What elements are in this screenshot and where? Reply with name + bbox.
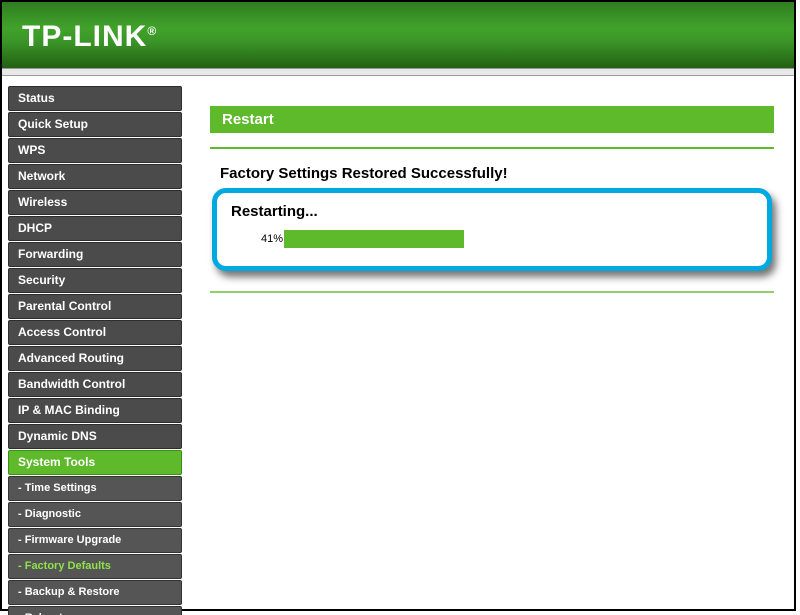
nav-wireless[interactable]: Wireless [8, 190, 182, 215]
nav-advanced-routing[interactable]: Advanced Routing [8, 346, 182, 371]
sub-backup-restore[interactable]: - Backup & Restore [8, 580, 182, 605]
nav-system-tools[interactable]: System Tools [8, 450, 182, 475]
nav-dynamic-dns[interactable]: Dynamic DNS [8, 424, 182, 449]
nav-network[interactable]: Network [8, 164, 182, 189]
nav-access-control[interactable]: Access Control [8, 320, 182, 345]
sidebar: Status Quick Setup WPS Network Wireless … [2, 76, 182, 609]
nav-wps[interactable]: WPS [8, 138, 182, 163]
nav-parental-control[interactable]: Parental Control [8, 294, 182, 319]
nav-forwarding[interactable]: Forwarding [8, 242, 182, 267]
progress-track [284, 230, 724, 248]
progress-fill [284, 230, 464, 248]
sub-reboot[interactable]: - Reboot [8, 606, 182, 615]
nav-status[interactable]: Status [8, 86, 182, 111]
bottom-rule [210, 291, 774, 293]
sub-firmware-upgrade[interactable]: - Firmware Upgrade [8, 528, 182, 553]
progress-percent: 41% [255, 233, 283, 245]
success-message: Factory Settings Restored Successfully! [210, 165, 774, 182]
sub-time-settings[interactable]: - Time Settings [8, 476, 182, 501]
header-divider [2, 68, 794, 76]
nav-dhcp[interactable]: DHCP [8, 216, 182, 241]
restart-label: Restarting... [231, 203, 753, 220]
restart-highlight: Restarting... 41% [212, 188, 772, 271]
main-content: Restart Factory Settings Restored Succes… [182, 76, 794, 609]
progress-row: 41% [231, 230, 753, 248]
nav-security[interactable]: Security [8, 268, 182, 293]
brand-header: TP-LINK® [2, 2, 794, 68]
nav-ip-mac-binding[interactable]: IP & MAC Binding [8, 398, 182, 423]
sub-diagnostic[interactable]: - Diagnostic [8, 502, 182, 527]
brand-logo: TP-LINK® [2, 2, 794, 54]
nav-quick-setup[interactable]: Quick Setup [8, 112, 182, 137]
page-title: Restart [210, 106, 774, 133]
title-rule [210, 147, 774, 149]
sub-factory-defaults[interactable]: - Factory Defaults [8, 554, 182, 579]
nav-bandwidth-control[interactable]: Bandwidth Control [8, 372, 182, 397]
